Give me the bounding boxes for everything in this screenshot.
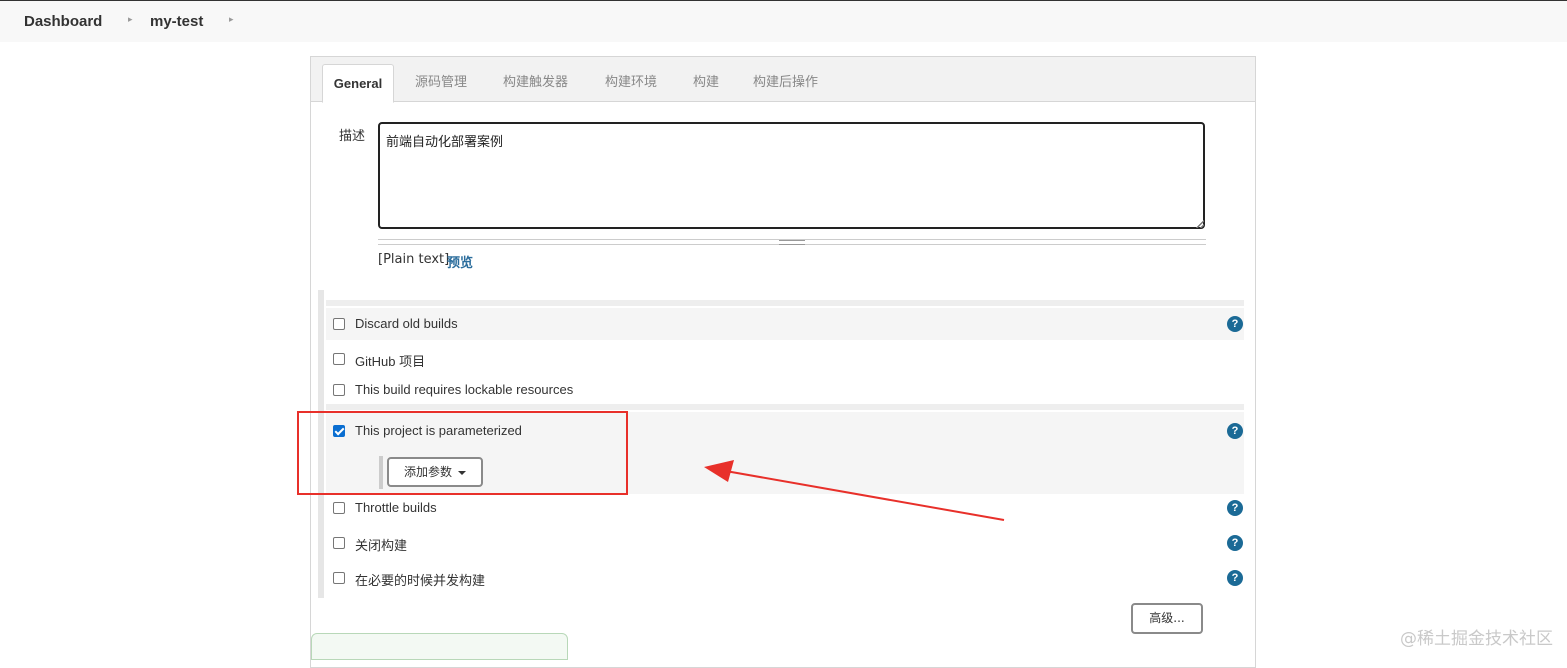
watermark: @稀土掘金技术社区 [1400, 629, 1553, 649]
option-label: Discard old builds [355, 316, 458, 331]
tab-build-triggers[interactable]: 构建触发器 [503, 57, 568, 101]
option-row-bg [326, 308, 1244, 340]
tab-post-build[interactable]: 构建后操作 [753, 57, 818, 101]
annotation-highlight-box [297, 411, 628, 495]
checkbox[interactable] [333, 353, 345, 365]
checkbox[interactable] [333, 537, 345, 549]
tab-source-control[interactable]: 源码管理 [415, 57, 467, 101]
tab-build[interactable]: 构建 [693, 57, 719, 101]
help-icon[interactable]: ? [1227, 570, 1243, 586]
description-label: 描述 [339, 129, 366, 144]
option-label: GitHub 项目 [355, 354, 426, 369]
checkbox[interactable] [333, 318, 345, 330]
annotation-arrow-icon [704, 460, 1005, 521]
checkbox[interactable] [333, 502, 345, 514]
breadcrumb-my-test[interactable]: my-test [150, 13, 203, 30]
format-text: [Plain text] [378, 252, 450, 267]
resize-grip-icon[interactable] [1196, 220, 1204, 228]
drag-handle-icon[interactable] [779, 240, 805, 245]
checkbox[interactable] [333, 572, 345, 584]
section-divider [326, 300, 1244, 306]
chevron-right-icon[interactable]: ▸ [128, 15, 133, 25]
section-tab [311, 633, 568, 660]
section-divider [326, 404, 1244, 410]
help-icon[interactable]: ? [1227, 316, 1243, 332]
tab-build-environment[interactable]: 构建环境 [605, 57, 657, 101]
option-label: 在必要的时候并发构建 [355, 573, 486, 588]
option-label: This build requires lockable resources [355, 382, 574, 397]
advanced-button[interactable]: 高级... [1131, 603, 1203, 634]
help-icon[interactable]: ? [1227, 500, 1243, 516]
option-label: 关闭构建 [355, 538, 408, 553]
help-icon[interactable]: ? [1227, 423, 1243, 439]
help-icon[interactable]: ? [1227, 535, 1243, 551]
breadcrumb: Dashboard ▸ my-test ▸ [0, 0, 1567, 42]
checkbox[interactable] [333, 384, 345, 396]
preview-link[interactable]: 预览 [447, 252, 473, 271]
option-label: Throttle builds [355, 500, 437, 515]
breadcrumb-dashboard[interactable]: Dashboard [24, 13, 102, 30]
tab-general[interactable]: General [322, 64, 394, 103]
chevron-right-icon[interactable]: ▸ [229, 15, 234, 25]
tab-bar: General 源码管理 构建触发器 构建环境 构建 构建后操作 [311, 57, 1255, 103]
description-textarea[interactable]: 前端自动化部署案例 [378, 122, 1205, 229]
